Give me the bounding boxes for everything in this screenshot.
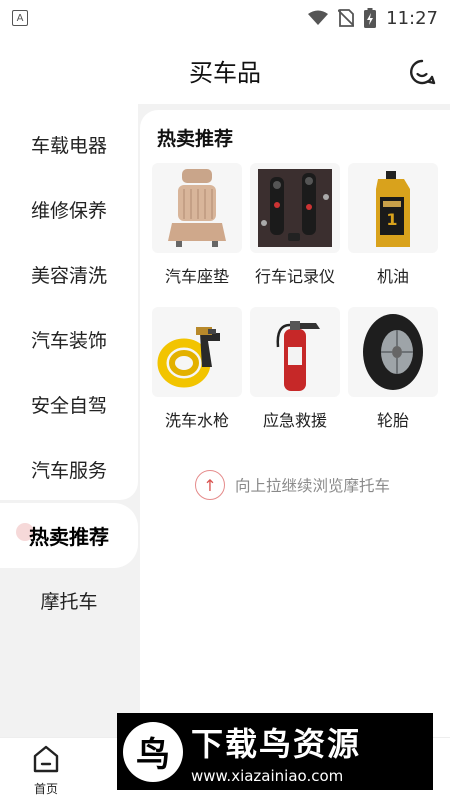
- product-card[interactable]: 轮胎: [348, 307, 438, 431]
- watermark-banner: 鸟 下载鸟资源 www.xiazainiao.com: [117, 713, 433, 790]
- hint-text: 向上拉继续浏览摩托车: [235, 477, 391, 495]
- fire-extinguisher-icon: [250, 307, 340, 397]
- product-label: 机油: [376, 267, 409, 286]
- sidebar-item-label: 维修保养: [30, 200, 107, 222]
- spray-gun-icon: [152, 307, 242, 397]
- product-label: 汽车座垫: [164, 267, 229, 286]
- home-icon: [33, 745, 59, 773]
- sidebar-item-label: 安全自驾: [30, 395, 107, 417]
- product-panel: 热卖推荐 汽车座垫 行车记录仪 1 机油 洗车水枪 应急救援 轮胎 ↑ 向上拉继…: [140, 110, 450, 738]
- section-title: 热卖推荐: [157, 128, 234, 150]
- product-card[interactable]: 1 机油: [348, 163, 438, 287]
- product-card[interactable]: 洗车水枪: [152, 307, 242, 431]
- app-header: 买车品: [0, 36, 450, 104]
- sidebar-item-hot-picks[interactable]: 热卖推荐: [0, 503, 138, 568]
- svg-text:1: 1: [386, 210, 397, 229]
- sidebar-item-car-electronics[interactable]: 车载电器: [0, 112, 138, 177]
- pull-up-hint[interactable]: ↑ 向上拉继续浏览摩托车: [195, 470, 390, 500]
- wifi-icon: [308, 10, 329, 25]
- category-sidebar: 车载电器 维修保养 美容清洗 汽车装饰 安全自驾 汽车服务 热卖推荐 摩托车: [0, 104, 138, 738]
- nav-home-label: 首页: [33, 782, 58, 796]
- seat-cushion-icon: [152, 163, 242, 253]
- product-card[interactable]: 汽车座垫: [152, 163, 242, 287]
- sidebar-item-cleaning[interactable]: 美容清洗: [0, 242, 138, 307]
- page-title: 买车品: [189, 58, 261, 87]
- sidebar-item-label: 摩托车: [40, 591, 98, 613]
- product-label: 洗车水枪: [164, 411, 229, 430]
- bird-logo-icon: 鸟: [123, 721, 183, 782]
- status-bar: A 11:27: [0, 0, 450, 36]
- sidebar-item-label: 汽车装饰: [30, 330, 107, 352]
- sidebar-item-car-service[interactable]: 汽车服务: [0, 437, 138, 502]
- sidebar-item-label: 美容清洗: [30, 265, 107, 287]
- product-label: 轮胎: [376, 411, 409, 430]
- sidebar-item-label: 汽车服务: [30, 460, 107, 482]
- chat-icon[interactable]: [408, 58, 436, 86]
- nav-home[interactable]: 首页: [24, 744, 68, 797]
- tire-icon: [348, 307, 438, 397]
- sidebar-item-motorcycle[interactable]: 摩托车: [0, 568, 138, 633]
- product-label: 行车记录仪: [254, 267, 335, 286]
- sidebar-item-safety-driving[interactable]: 安全自驾: [0, 372, 138, 437]
- sidebar-item-label: 热卖推荐: [29, 525, 109, 549]
- dashcam-icon: [250, 163, 340, 253]
- sidebar-item-decoration[interactable]: 汽车装饰: [0, 307, 138, 372]
- sidebar-item-label: 车载电器: [30, 135, 107, 157]
- sidebar-item-maintenance[interactable]: 维修保养: [0, 177, 138, 242]
- watermark-brand: 下载鸟资源: [191, 724, 362, 763]
- no-sim-icon: [338, 9, 355, 27]
- watermark-url: www.xiazainiao.com: [191, 766, 344, 785]
- notification-app-icon: A: [12, 10, 28, 26]
- product-card[interactable]: 行车记录仪: [250, 163, 340, 287]
- battery-charging-icon: [364, 8, 377, 28]
- motor-oil-icon: 1: [348, 163, 438, 253]
- product-card[interactable]: 应急救援: [250, 307, 340, 431]
- arrow-up-icon: ↑: [195, 470, 225, 500]
- status-time: 11:27: [386, 7, 438, 29]
- product-label: 应急救援: [262, 411, 327, 430]
